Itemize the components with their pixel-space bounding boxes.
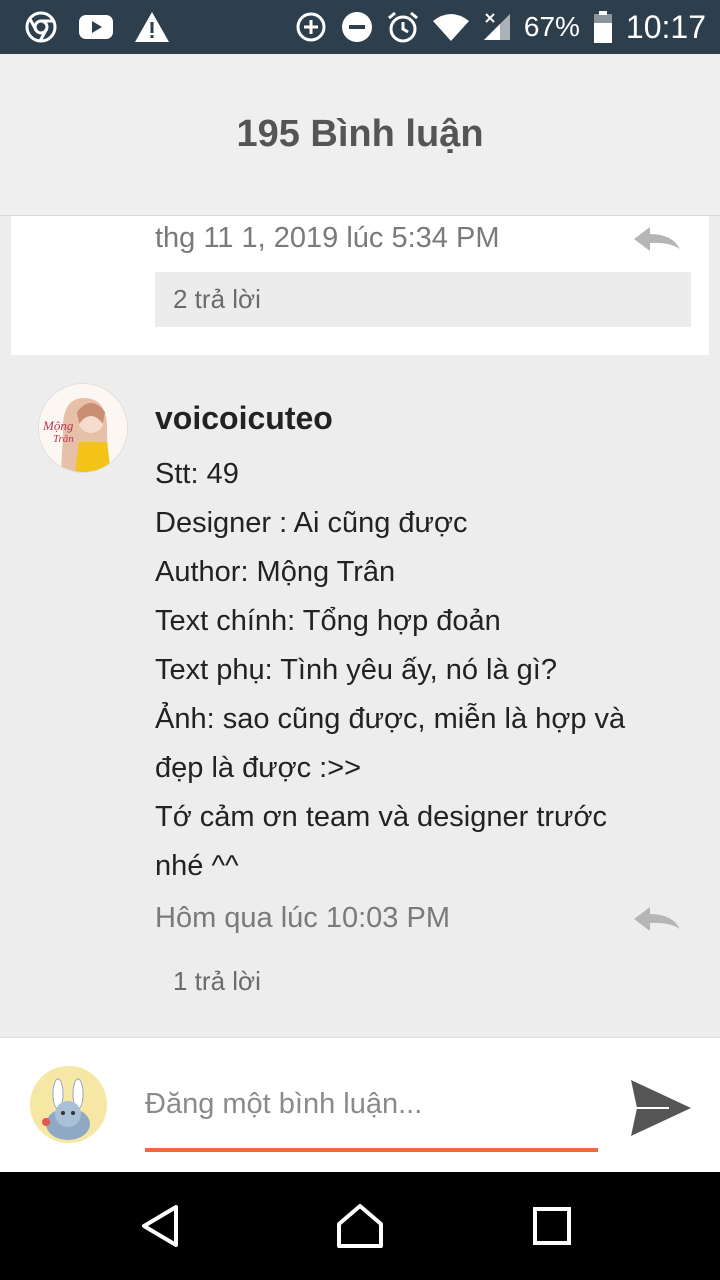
clock: 10:17 [625,8,706,45]
youtube-icon [78,13,114,41]
reply-icon[interactable] [631,904,683,934]
recents-icon [533,1207,571,1245]
wifi-icon [432,12,470,42]
signal-icon [482,12,512,42]
data-saver-icon [294,10,328,44]
back-button[interactable] [130,1196,190,1256]
avatar[interactable]: Mộng Trân [38,383,128,473]
send-icon [631,1080,691,1136]
reply-icon[interactable] [631,224,683,254]
home-button[interactable] [330,1196,390,1256]
avatar-text-2: Trân [53,433,74,445]
battery-percent: 67% [523,11,580,42]
comment-line: nhé ^^ [155,850,239,882]
alarm-icon [386,10,420,44]
do-not-disturb-icon [340,10,374,44]
user-avatar [30,1066,107,1143]
previous-comment-card: thg 11 1, 2019 lúc 5:34 PM 2 trả lời [11,216,709,355]
send-button[interactable] [628,1075,694,1141]
input-underline [145,1148,598,1152]
avatar-text-1: Mộng [42,418,74,433]
comment-line: Tớ cảm ơn team và designer trước [155,801,607,833]
comment-line: Text chính: Tổng hợp đoản [155,605,501,637]
navigation-bar [0,1172,720,1280]
previous-replies-button[interactable]: 2 trả lời [155,272,691,327]
previous-comment-timestamp: thg 11 1, 2019 lúc 5:34 PM [155,222,500,254]
comment-line: Stt: 49 [155,458,239,490]
chrome-icon [24,10,58,44]
recents-button[interactable] [522,1196,582,1256]
back-icon [142,1205,178,1247]
comment-timestamp: Hôm qua lúc 10:03 PM [155,902,450,934]
home-icon [337,1204,383,1248]
comment-line: Designer : Ai cũng được [155,507,468,539]
page-title: 195 Bình luận [236,113,484,155]
battery-icon [592,10,614,44]
warning-icon [134,11,170,43]
view-replies-link[interactable]: 1 trả lời [173,966,261,997]
status-right: 67% 10:17 [282,9,706,46]
comment-line: Author: Mộng Trân [155,556,396,588]
comment-line: đẹp là được :>> [155,752,362,784]
comment-line: Text phụ: Tình yêu ấy, nó là gì? [155,654,557,686]
comments-header: 195 Bình luận [0,54,720,216]
comment-body: Stt: 49 Designer : Ai cũng được Author: … [155,450,695,891]
comment-line: Ảnh: sao cũng được, miễn là hợp và [155,703,626,735]
status-left [24,10,190,44]
status-bar: 67% 10:17 [0,0,720,54]
comment-composer [0,1037,720,1172]
comment-input[interactable] [145,1078,598,1130]
comment-author[interactable]: voicoicuteo [155,400,333,437]
